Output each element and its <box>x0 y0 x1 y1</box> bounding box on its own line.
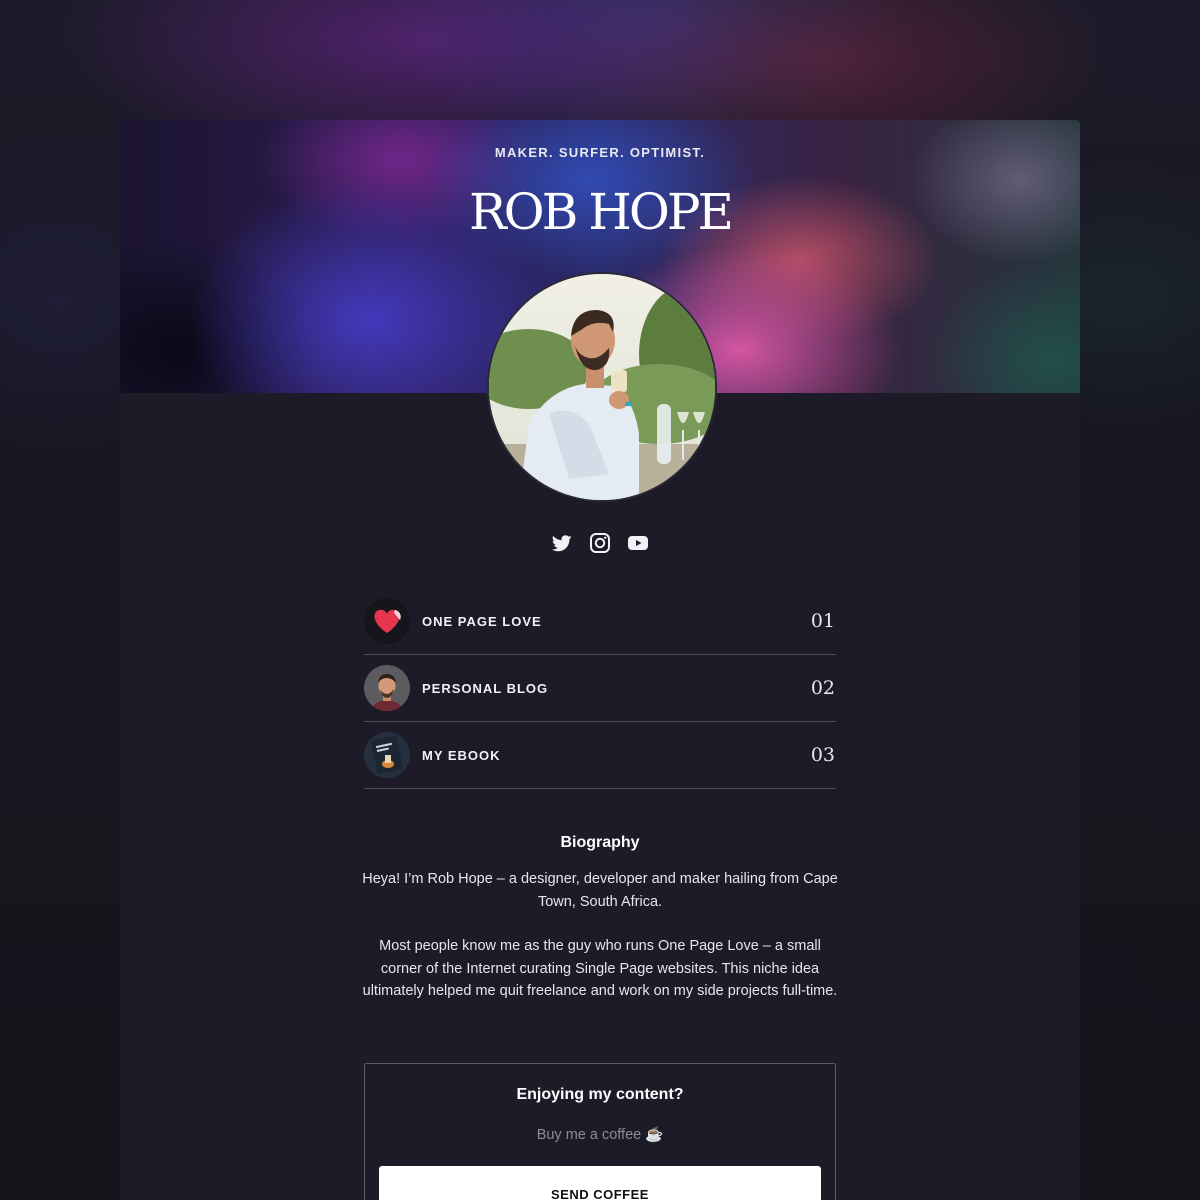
biography-paragraph: Heya! I’m Rob Hope – a designer, develop… <box>362 871 838 910</box>
profile-name: ROB HOPE <box>468 183 734 241</box>
link-list: ONE PAGE LOVE 01 PERSONAL BLOG 02 MY EBO… <box>364 588 836 789</box>
send-coffee-button[interactable]: SEND COFFEE <box>379 1166 821 1200</box>
link-number: 03 <box>810 744 835 766</box>
instagram-icon[interactable] <box>590 533 610 553</box>
biography-section: Biography Heya! I’m Rob Hope – a designe… <box>360 834 840 1025</box>
coffee-title: Enjoying my content? <box>516 1086 684 1103</box>
heart-logo-icon <box>364 598 410 644</box>
profile-card: MAKER. SURFER. OPTIMIST. ROB HOPE ONE PA… <box>120 120 1080 1200</box>
link-number: 01 <box>810 610 835 632</box>
portrait-thumbnail <box>364 665 410 711</box>
link-label: PERSONAL BLOG <box>422 680 549 696</box>
youtube-icon[interactable] <box>628 533 648 553</box>
ebook-cover-thumbnail <box>364 732 410 778</box>
link-label: ONE PAGE LOVE <box>422 613 542 629</box>
social-links <box>120 533 1080 555</box>
link-item-personal-blog[interactable]: PERSONAL BLOG 02 <box>364 655 836 722</box>
link-item-my-ebook[interactable]: MY EBOOK 03 <box>364 722 836 789</box>
biography-paragraph: Most people know me as the guy who runs … <box>362 938 838 999</box>
profile-avatar <box>487 272 717 502</box>
tagline: MAKER. SURFER. OPTIMIST. <box>494 145 706 160</box>
twitter-icon[interactable] <box>552 533 572 553</box>
link-label: MY EBOOK <box>422 747 501 763</box>
coffee-box: Enjoying my content? Buy me a coffee ☕ S… <box>364 1063 836 1200</box>
coffee-subtitle: Buy me a coffee ☕ <box>536 1127 664 1143</box>
link-number: 02 <box>810 677 835 699</box>
link-item-one-page-love[interactable]: ONE PAGE LOVE 01 <box>364 588 836 655</box>
biography-heading: Biography <box>560 834 640 851</box>
